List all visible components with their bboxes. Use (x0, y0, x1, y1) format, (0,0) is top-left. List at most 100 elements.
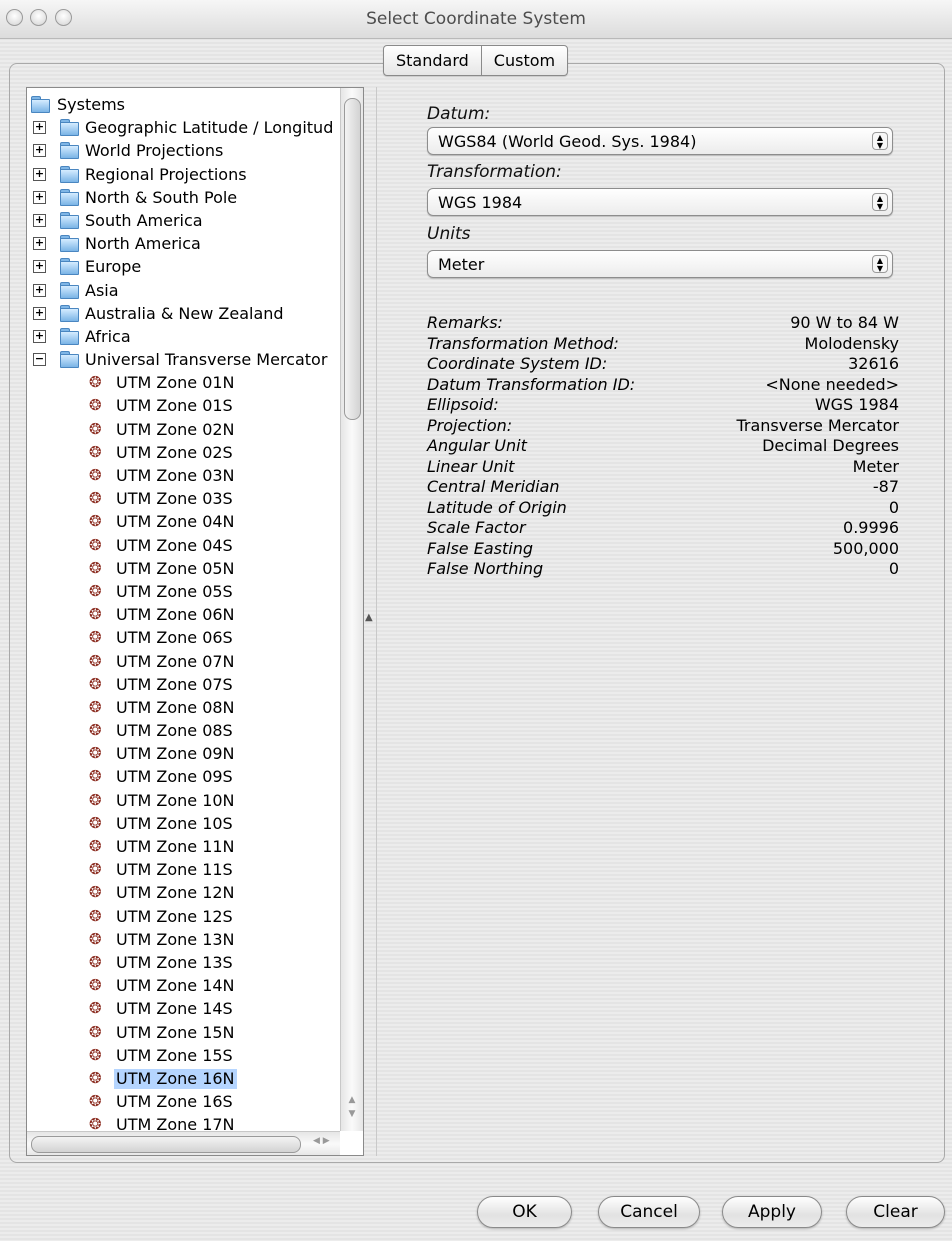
tree-item-label: Geographic Latitude / Longitud (85, 118, 334, 138)
split-pane-divider[interactable]: ▲ (364, 87, 376, 1156)
horizontal-scroll-arrows[interactable]: ◀ ▶ (313, 1136, 330, 1146)
expand-icon[interactable]: + (33, 283, 46, 297)
tree-item-utm-zone[interactable]: ❂ UTM Zone 02S (27, 442, 339, 465)
tree-item-utm-zone[interactable]: ❂ UTM Zone 06S (27, 627, 339, 650)
collapse-icon[interactable]: − (33, 353, 46, 367)
tree-category[interactable]: + Europe (27, 256, 339, 279)
tree-category[interactable]: + Africa (27, 326, 339, 349)
tree-item-utm-zone[interactable]: ❂ UTM Zone 15N (27, 1022, 339, 1045)
property-row: Transformation Method: Molodensky (427, 334, 899, 355)
tree-item-utm-zone[interactable]: ❂ UTM Zone 10S (27, 813, 339, 836)
datum-select[interactable]: WGS84 (World Geod. Sys. 1984) ▲ ▼ (427, 127, 893, 155)
property-row: Linear Unit Meter (427, 457, 899, 478)
tree-category[interactable]: + North America (27, 233, 339, 256)
tab-standard[interactable]: Standard (384, 46, 481, 75)
tree-category-utm[interactable]: − Universal Transverse Mercator (27, 349, 339, 372)
collapse-arrow-icon[interactable]: ▲ (365, 612, 373, 623)
tree-item-utm-zone[interactable]: ❂ UTM Zone 16S (27, 1091, 339, 1114)
tree-item-label: UTM Zone 13S (116, 952, 233, 972)
tree-item-utm-zone[interactable]: ❂ UTM Zone 02N (27, 419, 339, 442)
tree-item-utm-zone[interactable]: ❂ UTM Zone 11S (27, 859, 339, 882)
tree-item-utm-zone[interactable]: ❂ UTM Zone 14S (27, 998, 339, 1021)
tree-item-utm-zone[interactable]: ❂ UTM Zone 05S (27, 581, 339, 604)
tree-item-utm-zone[interactable]: ❂ UTM Zone 07N (27, 651, 339, 674)
updown-arrows-icon: ▲ ▼ (872, 132, 888, 150)
tree-category[interactable]: + Regional Projections (27, 164, 339, 187)
tab-custom[interactable]: Custom (480, 46, 567, 75)
tree-item-utm-zone[interactable]: ❂ UTM Zone 09N (27, 743, 339, 766)
property-row: Latitude of Origin 0 (427, 498, 899, 519)
projection-globe-icon: ❂ (89, 929, 102, 948)
vertical-scroll-thumb[interactable] (344, 98, 361, 420)
expand-icon[interactable]: + (33, 190, 46, 204)
tree-item-label: UTM Zone 11S (116, 860, 233, 880)
property-value: Meter (852, 456, 899, 476)
tree-item-label: Asia (85, 280, 119, 300)
tree-item-utm-zone[interactable]: ❂ UTM Zone 06N (27, 604, 339, 627)
property-value: Decimal Degrees (762, 436, 899, 455)
units-select[interactable]: Meter ▲ ▼ (427, 250, 893, 278)
expand-icon[interactable]: + (33, 329, 46, 343)
tree-item-utm-zone[interactable]: ❂ UTM Zone 07S (27, 674, 339, 697)
apply-button[interactable]: Apply (722, 1196, 822, 1228)
tree-item-utm-zone[interactable]: ❂ UTM Zone 09S (27, 766, 339, 789)
tree-item-label: UTM Zone 08N (116, 697, 235, 717)
tree-item-utm-zone[interactable]: ❂ UTM Zone 04N (27, 511, 339, 534)
tree-item-label: World Projections (85, 141, 224, 161)
scroll-arrows[interactable]: ▲ ▼ (345, 1093, 359, 1125)
expand-icon[interactable]: + (33, 237, 46, 251)
tree-item-utm-zone[interactable]: ❂ UTM Zone 14N (27, 975, 339, 998)
expand-icon[interactable]: + (33, 167, 46, 181)
tree-item-utm-zone[interactable]: ❂ UTM Zone 13N (27, 929, 339, 952)
tree-item-label: North America (85, 234, 201, 254)
tree-category[interactable]: + Australia & New Zealand (27, 303, 339, 326)
tree-item-selected[interactable]: ❂ UTM Zone 16N (27, 1068, 339, 1091)
window-title: Select Coordinate System (366, 9, 586, 29)
tree-category[interactable]: + Geographic Latitude / Longitud (27, 117, 339, 140)
expand-icon[interactable]: + (33, 121, 46, 135)
tree-vertical-scrollbar[interactable]: ▲ ▼ (340, 88, 363, 1131)
tree-horizontal-scrollbar[interactable]: ◀ ▶ (27, 1131, 340, 1155)
clear-button[interactable]: Clear (846, 1196, 945, 1228)
tree-item-utm-zone[interactable]: ❂ UTM Zone 11N (27, 836, 339, 859)
tree-item-utm-zone[interactable]: ❂ UTM Zone 12S (27, 906, 339, 929)
tree-item-utm-zone[interactable]: ❂ UTM Zone 13S (27, 952, 339, 975)
tree-item-utm-zone[interactable]: ❂ UTM Zone 01S (27, 395, 339, 418)
tree-item-utm-zone[interactable]: ❂ UTM Zone 03S (27, 488, 339, 511)
tree-item-label: UTM Zone 14S (116, 999, 233, 1019)
folder-icon (60, 258, 79, 276)
tree-item-label: Systems (57, 95, 125, 114)
tree-item-label: South America (85, 210, 203, 230)
tree-item-utm-zone[interactable]: ❂ UTM Zone 12N (27, 882, 339, 905)
cancel-button[interactable]: Cancel (598, 1196, 700, 1228)
tree-category[interactable]: + World Projections (27, 140, 339, 163)
expand-icon[interactable]: + (33, 213, 46, 227)
tree-category[interactable]: + South America (27, 210, 339, 233)
tree-item-utm-zone[interactable]: ❂ UTM Zone 15S (27, 1045, 339, 1068)
units-label: Units (427, 224, 471, 244)
ok-button[interactable]: OK (477, 1196, 572, 1228)
property-value: 0.9996 (843, 518, 899, 537)
tree-item-utm-zone[interactable]: ❂ UTM Zone 01N (27, 372, 339, 395)
tree-item-label: UTM Zone 05S (116, 581, 233, 601)
horizontal-scroll-thumb[interactable] (31, 1136, 301, 1153)
expand-icon[interactable]: + (33, 260, 46, 274)
tree-category[interactable]: + North & South Pole (27, 187, 339, 210)
projection-globe-icon: ❂ (89, 1045, 102, 1064)
transformation-select[interactable]: WGS 1984 ▲ ▼ (427, 188, 893, 216)
expand-icon[interactable]: + (33, 144, 46, 158)
tree-item-utm-zone[interactable]: ❂ UTM Zone 03N (27, 465, 339, 488)
tree-item-utm-zone[interactable]: ❂ UTM Zone 05N (27, 558, 339, 581)
tree-category[interactable]: + Asia (27, 280, 339, 303)
folder-icon (60, 211, 79, 229)
property-row: False Easting 500,000 (427, 539, 899, 560)
expand-icon[interactable]: + (33, 306, 46, 320)
tree-item-utm-zone[interactable]: ❂ UTM Zone 04S (27, 535, 339, 558)
projection-globe-icon: ❂ (89, 697, 102, 716)
tree-item-utm-zone[interactable]: ❂ UTM Zone 08N (27, 697, 339, 720)
tree-item-utm-zone[interactable]: ❂ UTM Zone 08S (27, 720, 339, 743)
title-bar: Select Coordinate System (0, 0, 952, 39)
tree-root-systems[interactable]: Systems (27, 94, 339, 117)
tree-item-utm-zone[interactable]: ❂ UTM Zone 10N (27, 790, 339, 813)
property-key: Transformation Method: (427, 333, 619, 353)
